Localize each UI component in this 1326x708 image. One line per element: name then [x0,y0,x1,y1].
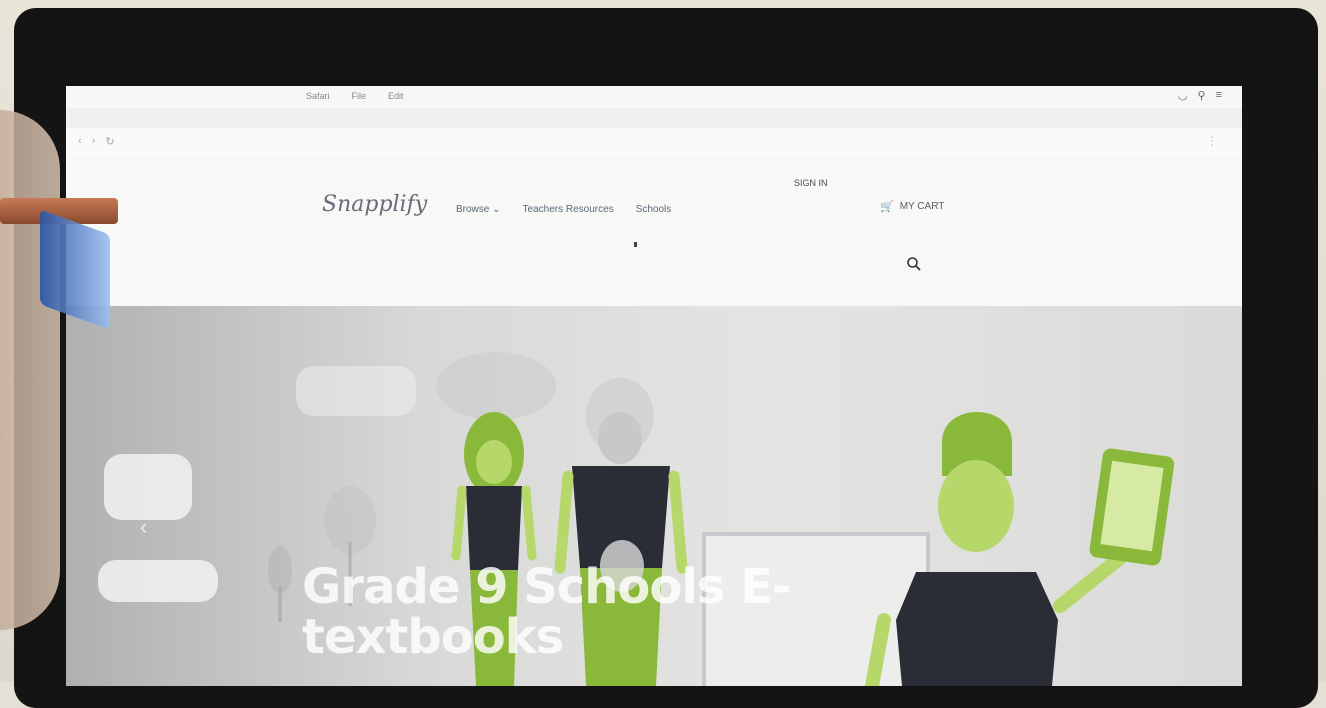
cart-icon: 🛒 [880,201,894,213]
site-nav: Browse ⌄ Teachers Resources Schools [456,204,671,215]
browser-menu-icon[interactable]: ⋮ [1206,134,1218,148]
menu-item[interactable]: File [352,91,367,101]
reload-icon[interactable]: ↻ [105,135,114,148]
hero-banner: ‹ Grade 9 Schools E- textbooks [66,306,1242,686]
person-hand [0,110,60,630]
cart-label: MY CART [899,201,945,212]
search-input[interactable] [322,252,886,278]
account-links: SIGN IN [790,178,828,188]
wifi-icon[interactable]: ◡ [1178,89,1188,102]
menu-item[interactable]: Safari [306,91,330,101]
mouse-cursor [634,242,637,247]
browser-tab-bar [66,108,1242,128]
student-tablet-figure [865,412,1175,686]
sign-in-link[interactable]: SIGN IN [794,178,828,188]
cart-link[interactable]: 🛒 MY CART [880,200,944,213]
search-icon[interactable] [906,256,922,272]
os-menu-bar: Safari File Edit ◡ ⚲ ≡ [66,86,1242,109]
browser-toolbar: ‹ › ↻ ⋮ [66,128,1242,157]
site-header: Snapplify Browse ⌄ Teachers Resources Sc… [66,156,1242,306]
cloud-shape [436,352,556,420]
site-logo[interactable]: Snapplify [322,192,427,217]
nav-schools[interactable]: Schools [636,204,672,215]
nav-teachers-resources[interactable]: Teachers Resources [523,204,614,215]
forward-icon[interactable]: › [92,135,96,148]
back-icon[interactable]: ‹ [78,135,82,148]
menu-item[interactable]: Edit [388,91,404,101]
menu-icon[interactable]: ≡ [1216,89,1222,102]
hero-title: Grade 9 Schools E- textbooks [302,559,792,665]
search-bar [322,252,922,278]
search-icon[interactable]: ⚲ [1198,89,1206,102]
hero-title-line1: Grade 9 Schools E- [302,559,792,615]
monitor-screen: Safari File Edit ◡ ⚲ ≡ ‹ › ↻ ⋮ Snapplify… [66,86,1242,686]
nav-browse[interactable]: Browse ⌄ [456,204,501,215]
hero-title-line2: textbooks [302,609,564,665]
